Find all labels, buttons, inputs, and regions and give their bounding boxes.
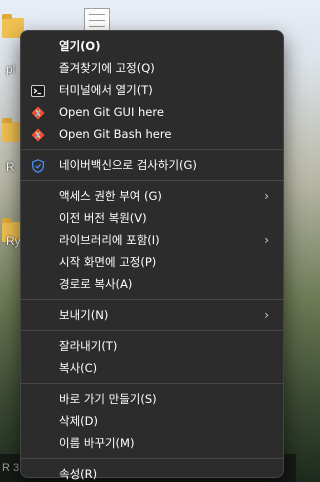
- terminal-icon: [31, 83, 45, 97]
- menu-item-cut[interactable]: 잘라내기(T): [21, 335, 283, 357]
- menu-item-label: Open Git Bash here: [59, 127, 172, 141]
- menu-item-label: 바로 가기 만들기(S): [59, 392, 157, 406]
- desktop-label-3[interactable]: Ry: [6, 234, 21, 248]
- menu-item-restore-versions[interactable]: 이전 버전 복원(V): [21, 207, 283, 229]
- chevron-right-icon: ›: [264, 233, 269, 247]
- menu-item-label: Open Git GUI here: [59, 105, 164, 119]
- menu-item-open-terminal[interactable]: 터미널에서 열기(T): [21, 79, 283, 101]
- menu-item-label: 보내기(N): [59, 308, 109, 322]
- menu-item-label: 복사(C): [59, 361, 98, 375]
- menu-item-label: 즐겨찾기에 고정(Q): [59, 61, 155, 75]
- desktop-label-1[interactable]: pl: [6, 62, 15, 76]
- menu-item-give-access[interactable]: 액세스 권한 부여 (G) ›: [21, 185, 283, 207]
- menu-separator: [21, 330, 283, 331]
- menu-item-label: 삭제(D): [59, 414, 98, 428]
- menu-item-label: 이전 버전 복원(V): [59, 211, 147, 225]
- menu-item-label: 터미널에서 열기(T): [59, 83, 153, 97]
- menu-item-delete[interactable]: 삭제(D): [21, 410, 283, 432]
- menu-item-label: 잘라내기(T): [59, 339, 118, 353]
- git-icon: [31, 105, 45, 120]
- menu-separator: [21, 458, 283, 459]
- menu-item-pin-quick-access[interactable]: 즐겨찾기에 고정(Q): [21, 57, 283, 79]
- menu-item-pin-start[interactable]: 시작 화면에 고정(P): [21, 251, 283, 273]
- context-menu: 열기(O) 즐겨찾기에 고정(Q) 터미널에서 열기(T) Open Git G…: [20, 30, 284, 481]
- menu-separator: [21, 383, 283, 384]
- menu-item-git-bash[interactable]: Open Git Bash here: [21, 123, 283, 145]
- menu-item-copy[interactable]: 복사(C): [21, 357, 283, 379]
- menu-item-naver-scan[interactable]: 네이버백신으로 검사하기(G): [21, 154, 283, 176]
- menu-item-label: 이름 바꾸기(M): [59, 436, 135, 450]
- shield-icon: [31, 158, 45, 173]
- menu-separator: [21, 149, 283, 150]
- menu-item-label: 네이버백신으로 검사하기(G): [59, 158, 197, 172]
- menu-item-send-to[interactable]: 보내기(N) ›: [21, 304, 283, 326]
- menu-item-rename[interactable]: 이름 바꾸기(M): [21, 432, 283, 454]
- menu-item-include-library[interactable]: 라이브러리에 포함(I) ›: [21, 229, 283, 251]
- menu-item-copy-path[interactable]: 경로로 복사(A): [21, 273, 283, 295]
- git-icon: [31, 127, 45, 142]
- chevron-right-icon: ›: [264, 308, 269, 322]
- menu-separator: [21, 299, 283, 300]
- menu-item-label: 열기(O): [59, 39, 101, 53]
- menu-item-label: 경로로 복사(A): [59, 277, 133, 291]
- chevron-right-icon: ›: [264, 189, 269, 203]
- taskbar-label: R 3: [2, 462, 20, 474]
- menu-item-create-shortcut[interactable]: 바로 가기 만들기(S): [21, 388, 283, 410]
- menu-item-label: 액세스 권한 부여 (G): [59, 189, 162, 203]
- menu-item-git-gui[interactable]: Open Git GUI here: [21, 101, 283, 123]
- menu-item-open[interactable]: 열기(O): [21, 35, 283, 57]
- menu-item-label: 속성(R): [59, 467, 98, 481]
- menu-item-properties[interactable]: 속성(R): [21, 463, 283, 482]
- menu-separator: [21, 180, 283, 181]
- menu-item-label: 라이브러리에 포함(I): [59, 233, 160, 247]
- desktop-label-2[interactable]: R: [6, 160, 15, 174]
- menu-item-label: 시작 화면에 고정(P): [59, 255, 157, 269]
